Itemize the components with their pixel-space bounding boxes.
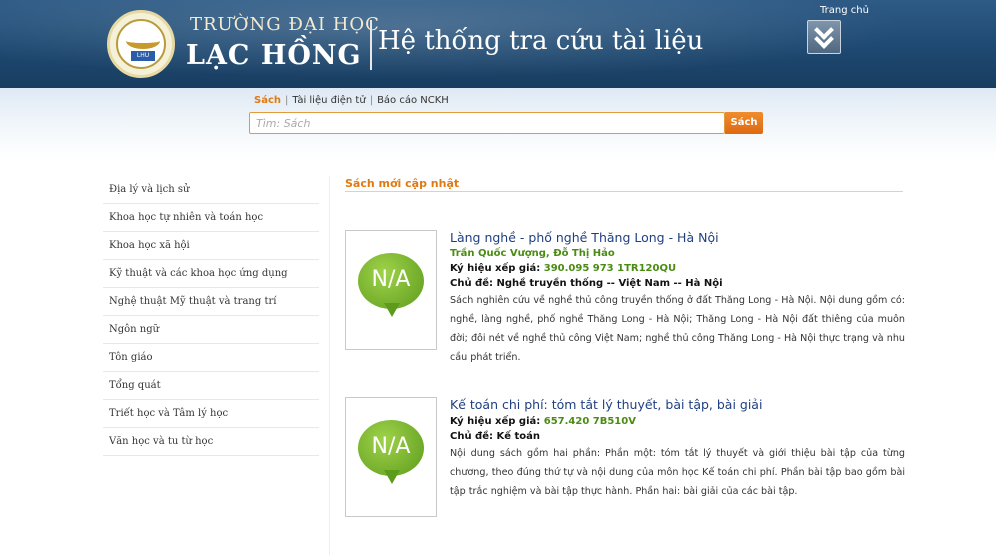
sidebar-item-van-hoc[interactable]: Văn học và tu từ học [103,428,319,456]
tab-sach[interactable]: Sách [254,95,281,106]
sidebar-item-dia-ly-lich-su[interactable]: Địa lý và lịch sử [103,176,319,204]
book-thumbnail[interactable]: N/A [345,230,437,350]
book-description: Sách nghiên cứu về nghề thủ công truyền … [450,295,905,363]
search-button[interactable]: Sách [725,112,763,134]
call-number-label: Ký hiệu xếp giá: [450,263,541,274]
subject-value: Nghề truyền thống -- Việt Nam -- Hà Nội [496,278,723,289]
sidebar-item-triet-hoc[interactable]: Triết học và Tâm lý học [103,400,319,428]
tab-bao-cao-nckh[interactable]: Báo cáo NCKH [377,95,449,106]
header-divider [370,20,372,70]
logo-lhu-text: LHU [131,51,155,61]
search-box [249,112,725,134]
bird-emblem-icon [126,33,160,49]
book-title-link[interactable]: Kế toán chi phí: tóm tắt lý thuyết, bài … [450,397,905,412]
sidebar-item-ngon-ngu[interactable]: Ngôn ngữ [103,316,319,344]
tab-separator: | [369,95,374,106]
na-bubble-icon: N/A [358,420,424,484]
book-thumbnail[interactable]: N/A [345,397,437,517]
tab-separator: | [285,95,289,106]
book-subject: Chủ đề: Nghề truyền thống -- Việt Nam --… [450,278,905,289]
brand-line-1: TRƯỜNG ĐẠI HỌC [190,14,380,35]
search-tabs: Sách | Tài liệu điện tử | Báo cáo NCKH [254,95,449,106]
tab-tai-lieu-dien-tu[interactable]: Tài liệu điện tử [292,95,365,106]
bubble-tail [384,470,400,484]
subject-label: Chủ đề: [450,278,493,289]
book-info: Làng nghề - phố nghề Thăng Long - Hà Nội… [450,230,905,367]
sidebar-item-tong-quat[interactable]: Tổng quát [103,372,319,400]
sidebar-item-ky-thuat[interactable]: Kỹ thuật và các khoa học ứng dụng [103,260,319,288]
call-number-label: Ký hiệu xếp giá: [450,416,541,427]
app-title: Hệ thống tra cứu tài liệu [378,26,704,56]
university-logo[interactable]: LHU [107,10,175,78]
section-rule [345,191,903,192]
subject-label: Chủ đề: [450,431,493,442]
na-text: N/A [371,434,411,459]
brand-line-2: LẠC HỒNG [186,40,362,71]
section-title: Sách mới cập nhật [345,177,460,190]
search-input[interactable] [256,115,716,131]
call-number-value: 390.095 973 1TR120QU [543,263,677,274]
sidebar-item-ton-giao[interactable]: Tôn giáo [103,344,319,372]
book-authors: Trần Quốc Vượng, Đỗ Thị Hảo [450,248,615,259]
site-header: LHU TRƯỜNG ĐẠI HỌC LẠC HỒNG Hệ thống tra… [0,0,996,88]
subject-value: Kế toán [496,431,541,442]
book-title-link[interactable]: Làng nghề - phố nghề Thăng Long - Hà Nội [450,230,905,245]
category-sidebar: Địa lý và lịch sử Khoa học tự nhiên và t… [103,176,319,456]
sidebar-item-khoa-hoc-xa-hoi[interactable]: Khoa học xã hội [103,232,319,260]
logo-emblem: LHU [116,19,166,69]
column-divider [329,176,330,555]
home-label[interactable]: Trang chủ [820,5,869,16]
bubble-tail [384,303,400,317]
book-call-number: Ký hiệu xếp giá: 657.420 7B510V [450,416,905,427]
book-info: Kế toán chi phí: tóm tắt lý thuyết, bài … [450,397,905,501]
sidebar-item-nghe-thuat[interactable]: Nghệ thuật Mỹ thuật và trang trí [103,288,319,316]
call-number-value: 657.420 7B510V [543,416,636,427]
book-call-number: Ký hiệu xếp giá: 390.095 973 1TR120QU [450,263,905,274]
book-subject: Chủ đề: Kế toán [450,431,905,442]
book-description: Nội dung sách gồm hai phần: Phần một: tó… [450,448,905,497]
na-text: N/A [371,267,411,292]
sidebar-item-khoa-hoc-tu-nhien[interactable]: Khoa học tự nhiên và toán học [103,204,319,232]
na-bubble-icon: N/A [358,253,424,317]
home-button[interactable] [807,20,841,54]
